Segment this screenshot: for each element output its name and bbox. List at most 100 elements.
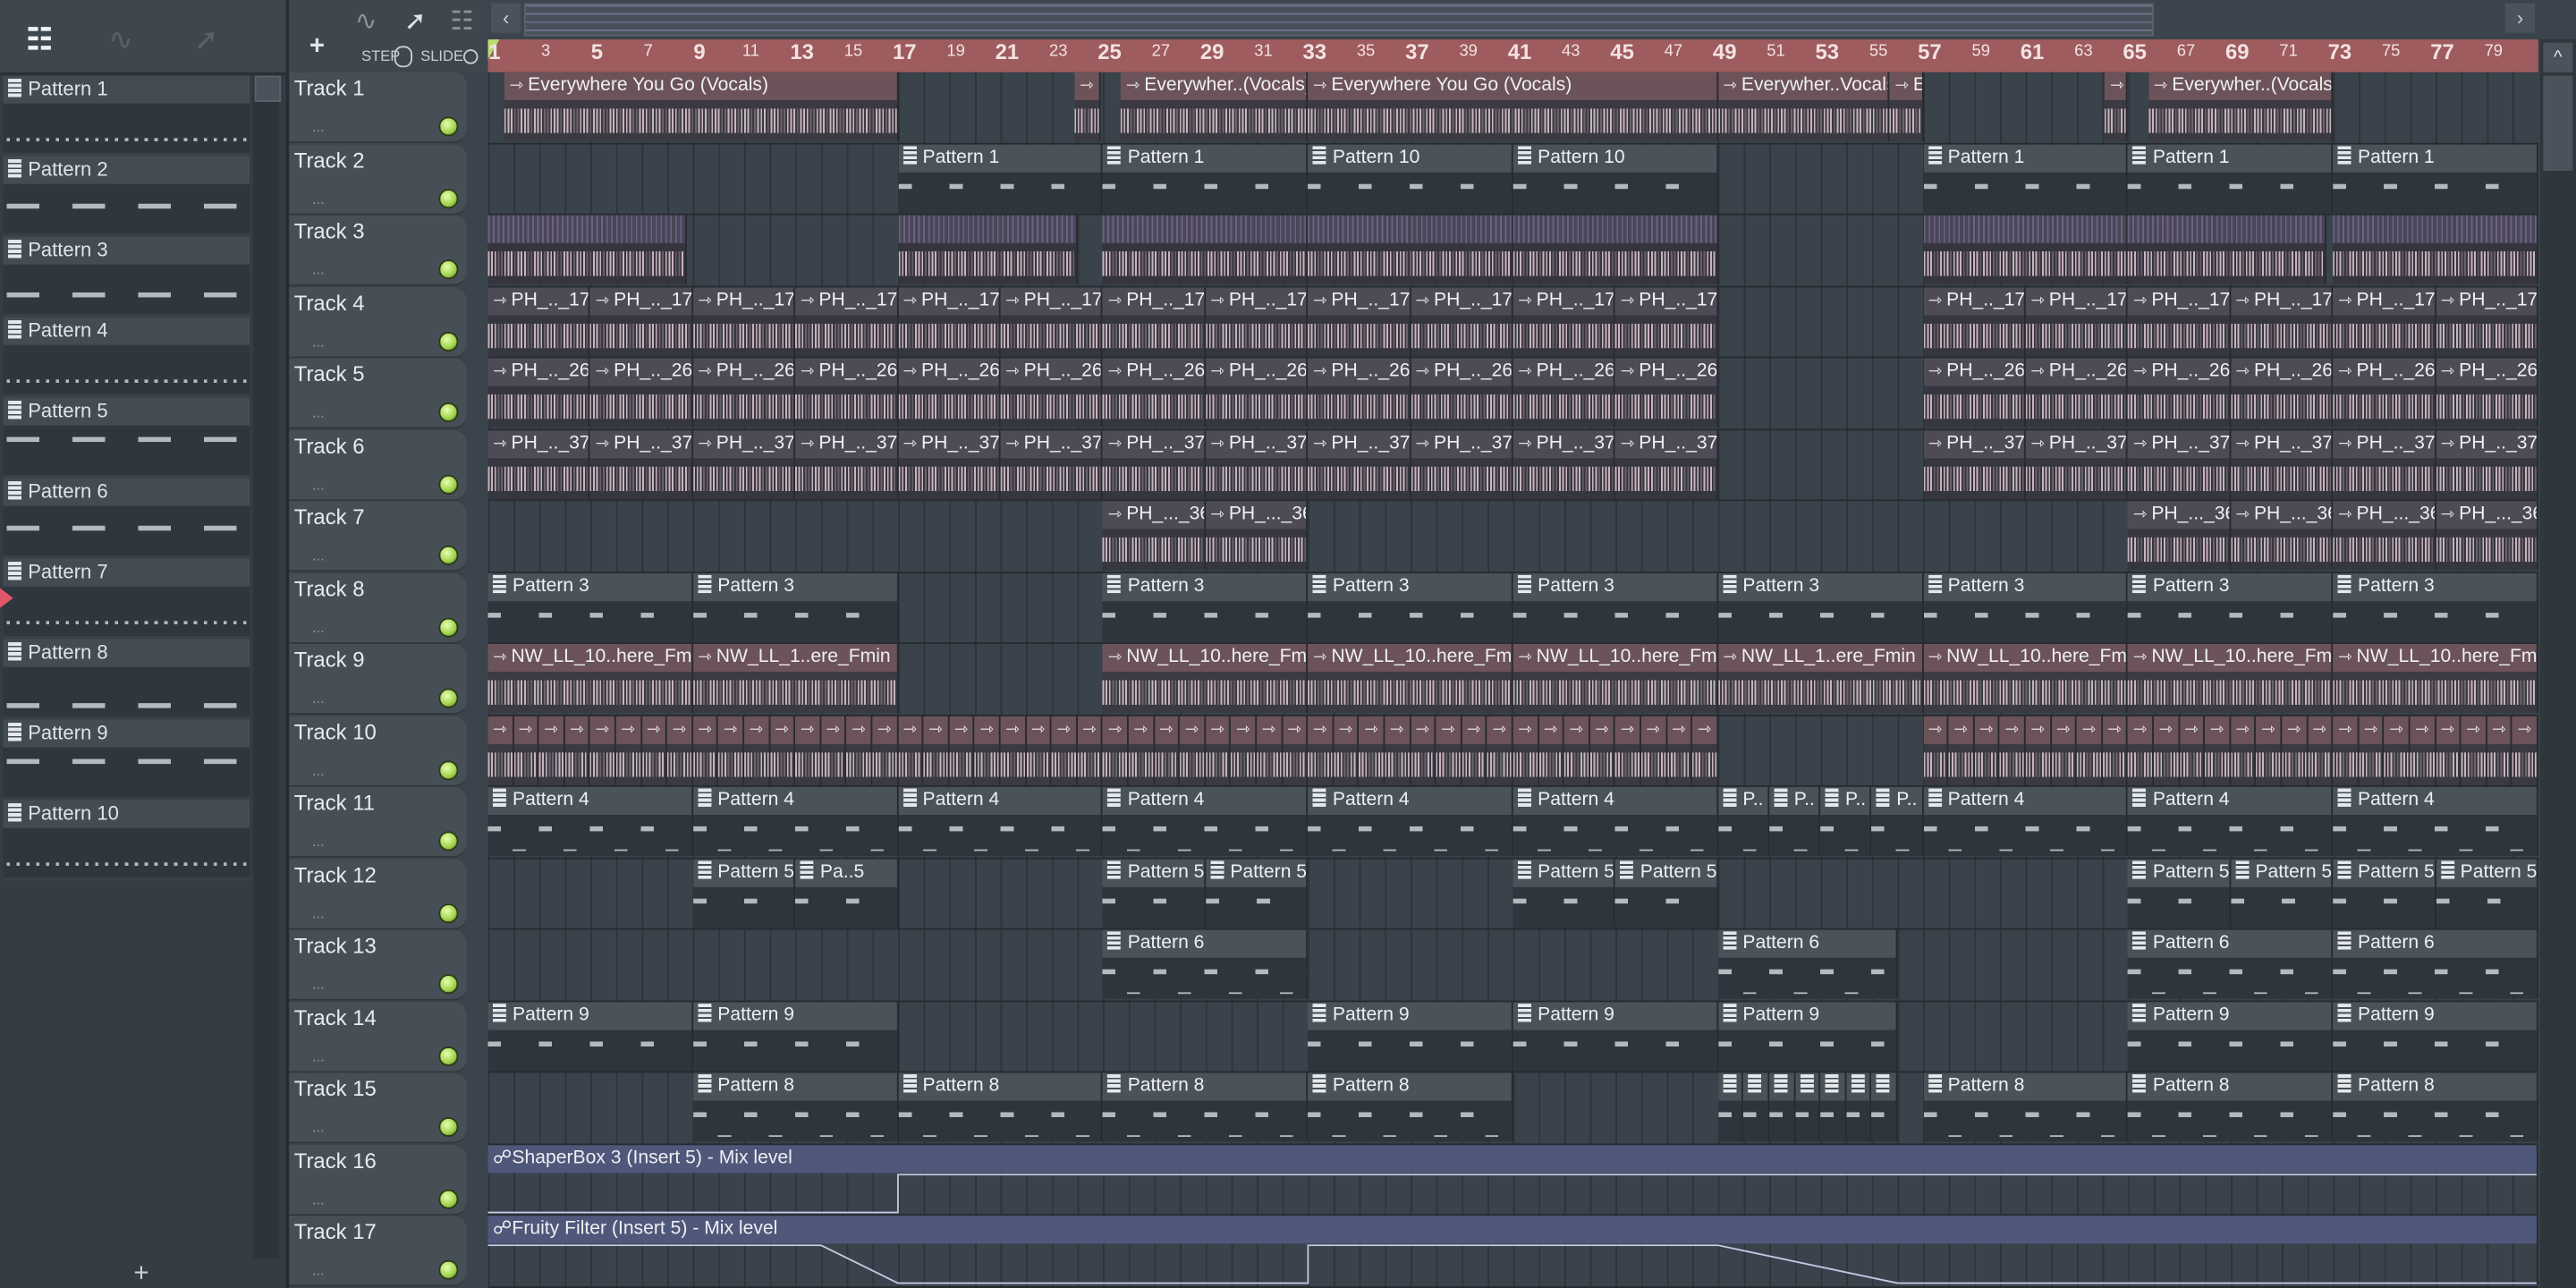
audio-clip[interactable]: ⇾ Everywher..(Vocals) bbox=[1121, 72, 1309, 141]
loop-clip[interactable]: ⇾ PH_..._36 bbox=[2128, 501, 2231, 571]
audio-clip[interactable]: ⇾ bbox=[1103, 716, 1129, 785]
pattern-clip[interactable]: Pattern 6 bbox=[2128, 930, 2334, 1000]
track-options-dots[interactable]: ... bbox=[312, 834, 325, 850]
pattern-clip[interactable]: Pattern 9 bbox=[1308, 1002, 1513, 1072]
pattern-list-item[interactable]: Pattern 7 bbox=[0, 558, 250, 640]
track-lane[interactable]: Pattern 1 Pattern 1 Pattern 10 Pattern 10 Pa… bbox=[487, 143, 2538, 216]
audio-clip[interactable]: ⇾ bbox=[1692, 716, 1718, 785]
pattern-clip[interactable]: Pattern 3 bbox=[487, 572, 693, 642]
track-options-dots[interactable]: ... bbox=[312, 118, 325, 134]
automation-curve[interactable] bbox=[487, 1173, 2538, 1214]
pattern-clip[interactable]: Pattern 3 bbox=[2333, 572, 2538, 642]
track-options-dots[interactable]: ... bbox=[312, 1120, 325, 1136]
loop-clip[interactable]: ⇾ PH_.._37 bbox=[2333, 429, 2436, 499]
loop-clip[interactable]: ⇾ PH_.._17 bbox=[2436, 286, 2538, 356]
track-header[interactable]: Track 13... bbox=[289, 930, 467, 1002]
audio-clip[interactable]: ⇾ bbox=[2384, 716, 2411, 785]
pattern-clip[interactable]: P.. bbox=[1769, 787, 1821, 857]
audio-clip[interactable]: ⇾ bbox=[2102, 716, 2129, 785]
audio-clip[interactable]: ⇾ bbox=[744, 716, 770, 785]
loop-clip[interactable]: ⇾ PH_.._17 bbox=[2333, 286, 2436, 356]
audio-clip[interactable]: ⇾ bbox=[2307, 716, 2334, 785]
loop-clip[interactable]: ⇾ PH_.._26 bbox=[2333, 358, 2436, 428]
pattern-clip[interactable] bbox=[1769, 1073, 1795, 1143]
pattern-clip[interactable]: Pattern 1 bbox=[1103, 143, 1309, 213]
dense-clip[interactable] bbox=[1513, 215, 1718, 284]
track-options-dots[interactable]: ... bbox=[312, 261, 325, 277]
vertical-scroll-thumb[interactable] bbox=[2543, 75, 2573, 172]
song-overview-scrollbar[interactable]: ‹ › bbox=[487, 0, 2536, 37]
loop-clip[interactable]: ⇾ PH_.._17 bbox=[2230, 286, 2334, 356]
track-mute-led[interactable] bbox=[438, 759, 459, 781]
track-mute-led[interactable] bbox=[438, 1189, 459, 1209]
track-mute-led[interactable] bbox=[438, 689, 459, 709]
pattern-clip[interactable]: Pattern 5 bbox=[1513, 859, 1616, 928]
pattern-clip[interactable]: Pattern 6 bbox=[2333, 930, 2538, 1000]
track-header[interactable]: Track 14... bbox=[289, 1002, 467, 1073]
audio-icon[interactable]: ∿ bbox=[108, 23, 133, 58]
loop-clip[interactable]: ⇾ PH_.._26 bbox=[487, 358, 591, 428]
pattern-clip[interactable]: Pattern 3 bbox=[692, 572, 898, 642]
auto-clip[interactable]: ☍Fruity Filter (Insert 5) - Mix level bbox=[487, 1216, 2538, 1286]
audio-clip[interactable]: ⇾ bbox=[1026, 716, 1052, 785]
piano-icon[interactable]: ☷ bbox=[26, 23, 53, 58]
audio-clip[interactable]: ⇾ NW_LL_1..ere_Fmin bbox=[692, 644, 898, 714]
loop-clip[interactable]: ⇾ PH_.._26 bbox=[2436, 358, 2538, 428]
pattern-clip[interactable]: Pattern 4 bbox=[487, 787, 693, 857]
audio-clip[interactable]: ⇾ bbox=[2128, 716, 2154, 785]
pattern-list-item[interactable]: Pattern 9 bbox=[3, 719, 250, 801]
loop-clip[interactable]: ⇾ PH_.._26 bbox=[1615, 358, 1718, 428]
audio-clip[interactable]: ⇾ bbox=[974, 716, 1001, 785]
track-mute-led[interactable] bbox=[438, 188, 459, 208]
pattern-list-item[interactable]: Pattern 1 bbox=[3, 75, 250, 157]
pattern-clip[interactable]: Pattern 8 bbox=[692, 1073, 898, 1143]
audio-clip[interactable]: ⇾ bbox=[564, 716, 591, 785]
audio-clip[interactable]: ⇾ bbox=[872, 716, 898, 785]
pattern-clip[interactable]: P.. bbox=[1820, 787, 1872, 857]
audio-clip[interactable]: ⇾ bbox=[1282, 716, 1309, 785]
loop-clip[interactable]: ⇾ PH_.._17 bbox=[590, 286, 693, 356]
audio-clip[interactable]: ⇾ bbox=[2282, 716, 2308, 785]
loop-clip[interactable]: ⇾ PH_.._26 bbox=[1308, 358, 1411, 428]
loop-clip[interactable]: ⇾ PH_.._17 bbox=[692, 286, 796, 356]
pattern-list-item[interactable]: Pattern 2 bbox=[3, 156, 250, 237]
pattern-clip[interactable] bbox=[1820, 1073, 1847, 1143]
loop-clip[interactable]: ⇾ PH_.._17 bbox=[1411, 286, 1513, 356]
audio-clip[interactable]: ⇾ NW_LL_10..here_Fmin bbox=[2333, 644, 2538, 714]
automation-curve[interactable] bbox=[487, 1244, 2538, 1285]
track-options-dots[interactable]: ... bbox=[312, 1191, 325, 1208]
pattern-clip[interactable]: Pattern 9 bbox=[1717, 1002, 1898, 1072]
pattern-clip[interactable]: P.. bbox=[1717, 787, 1770, 857]
audio-clip[interactable]: ⇾ bbox=[820, 716, 847, 785]
loop-clip[interactable]: ⇾ PH_.._17 bbox=[1923, 286, 2026, 356]
track-mute-led[interactable] bbox=[438, 974, 459, 995]
auto-clip[interactable]: ☍ShaperBox 3 (Insert 5) - Mix level bbox=[487, 1145, 2538, 1215]
pattern-clip[interactable]: Pattern 4 bbox=[2128, 787, 2334, 857]
track-options-dots[interactable]: ... bbox=[312, 190, 325, 206]
pattern-clip[interactable]: Pattern 3 bbox=[1103, 572, 1309, 642]
track-mute-led[interactable] bbox=[438, 331, 459, 352]
loop-clip[interactable]: ⇾ PH_.._37 bbox=[2230, 429, 2334, 499]
track-lane[interactable]: Pattern 3 Pattern 3 Pattern 3 Pattern 3 Patt… bbox=[487, 572, 2538, 645]
audio-clip[interactable]: ⇾ bbox=[923, 716, 950, 785]
audio-clip[interactable]: ⇾ bbox=[487, 716, 514, 785]
loop-clip[interactable]: ⇾ PH_..._36 bbox=[2333, 501, 2436, 571]
track-lane[interactable]: Pattern 6 Pattern 6 Pattern 6 Pattern 6 bbox=[487, 930, 2538, 1003]
pattern-clip[interactable] bbox=[1871, 1073, 1898, 1143]
overview-thumb[interactable] bbox=[523, 3, 2154, 37]
audio-clip[interactable]: ⇾ NW_LL_10..here_Fmin bbox=[1308, 644, 1513, 714]
pattern-clip[interactable]: Pattern 5 bbox=[2333, 859, 2436, 928]
pattern-clip[interactable] bbox=[1717, 1073, 1744, 1143]
audio-clip[interactable]: ⇾ bbox=[1436, 716, 1462, 785]
pattern-clip[interactable]: Pattern 1 bbox=[897, 143, 1104, 213]
track-options-dots[interactable]: ... bbox=[312, 977, 325, 993]
loop-clip[interactable]: ⇾ PH_.._17 bbox=[897, 286, 1001, 356]
vertical-scrollbar[interactable]: ^ bbox=[2539, 39, 2576, 1288]
loop-clip[interactable]: ⇾ PH_.._37 bbox=[795, 429, 898, 499]
audio-clip[interactable]: ⇾ bbox=[2410, 716, 2436, 785]
loop-clip[interactable]: ⇾ PH_.._17 bbox=[1000, 286, 1104, 356]
add-pattern-button[interactable]: + bbox=[0, 1261, 283, 1288]
track-lane[interactable]: Pattern 9 Pattern 9 Pattern 9 Pattern 9 Patt… bbox=[487, 1002, 2538, 1074]
audio-clip[interactable]: ⇾ Everywher..(Vocals) bbox=[2148, 72, 2334, 141]
pattern-clip[interactable]: Pattern 1 bbox=[2333, 143, 2538, 213]
